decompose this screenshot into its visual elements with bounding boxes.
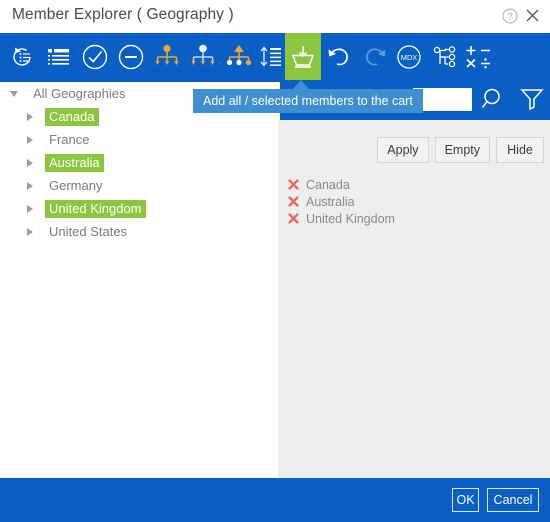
ok-button[interactable]: OK: [452, 488, 479, 512]
tree-node-label: Australia: [45, 153, 104, 172]
chevron-right-icon[interactable]: [22, 132, 38, 148]
flat-list-icon[interactable]: [41, 33, 77, 80]
cart-item-list: Canada Australia United Kingdom: [284, 176, 550, 227]
list-item[interactable]: United Kingdom: [284, 210, 550, 227]
filter-funnel-icon[interactable]: [518, 84, 546, 114]
redo-icon[interactable]: [357, 33, 393, 80]
tree-node-germany[interactable]: Germany: [0, 174, 278, 197]
tooltip-arrow: [293, 80, 309, 89]
cart-item-label: United Kingdom: [306, 211, 395, 226]
refresh-members-icon[interactable]: [5, 33, 41, 80]
chevron-right-icon[interactable]: [22, 178, 38, 194]
page-title: Member Explorer ( Geography ): [12, 6, 234, 23]
tree-node-united-states[interactable]: United States: [0, 220, 278, 243]
chevron-right-icon[interactable]: [22, 224, 38, 240]
dialog-footer: OK Cancel: [0, 478, 550, 522]
hierarchy-parent-icon[interactable]: [221, 33, 257, 80]
help-circle-icon[interactable]: ?: [502, 8, 518, 24]
tree-node-united-kingdom[interactable]: United Kingdom: [0, 197, 278, 220]
list-item[interactable]: Australia: [284, 193, 550, 210]
toolbar-tooltip: Add all / selected members to the cart: [193, 89, 423, 113]
cart-action-buttons: Apply Empty Hide: [377, 137, 544, 163]
remove-icon[interactable]: [284, 213, 302, 224]
cancel-button[interactable]: Cancel: [487, 488, 539, 512]
check-circle-icon[interactable]: [77, 33, 113, 80]
tree-node-label: United States: [49, 223, 128, 239]
title-bar: Member Explorer ( Geography ) ?: [0, 0, 550, 33]
tree-node-label: France: [49, 131, 90, 147]
chevron-right-icon[interactable]: [22, 155, 38, 171]
named-set-icon[interactable]: [427, 33, 463, 80]
cart-item-label: Canada: [306, 177, 350, 192]
tree-node-france[interactable]: France: [0, 128, 278, 151]
chevron-down-icon[interactable]: [6, 86, 22, 102]
apply-button[interactable]: Apply: [377, 137, 429, 163]
tree-node-label: All Geographies: [33, 85, 126, 101]
hide-button[interactable]: Hide: [496, 137, 544, 163]
empty-button[interactable]: Empty: [434, 137, 490, 163]
cart-panel: Apply Empty Hide Canada Australia United…: [278, 120, 550, 478]
hierarchy-children-icon[interactable]: [149, 33, 185, 80]
expand-collapse-levels-icon[interactable]: [253, 33, 289, 80]
undo-icon[interactable]: [321, 33, 357, 80]
cart-item-label: Australia: [306, 194, 355, 209]
tree-node-label: Germany: [49, 177, 103, 193]
remove-icon[interactable]: [284, 196, 302, 207]
tree-node-australia[interactable]: Australia: [0, 151, 278, 174]
hierarchy-siblings-icon[interactable]: [185, 33, 221, 80]
tree-node-label: Canada: [45, 107, 99, 126]
member-tree-panel: All Geographies Canada France Australia …: [0, 82, 278, 478]
chevron-right-icon[interactable]: [22, 109, 38, 125]
member-explorer-dialog: Member Explorer ( Geography ) ? MDX Add …: [0, 0, 550, 522]
svg-text:?: ?: [507, 12, 512, 22]
list-item[interactable]: Canada: [284, 176, 550, 193]
add-to-cart-icon[interactable]: [285, 33, 321, 80]
tree-node-label: United Kingdom: [45, 199, 146, 218]
svg-text:MDX: MDX: [401, 53, 417, 62]
search-icon[interactable]: [478, 84, 508, 114]
chevron-right-icon[interactable]: [22, 201, 38, 217]
minus-circle-icon[interactable]: [113, 33, 149, 80]
calculated-member-icon[interactable]: [461, 33, 497, 80]
remove-icon[interactable]: [284, 179, 302, 190]
mdx-icon[interactable]: MDX: [391, 33, 427, 80]
close-icon[interactable]: [524, 7, 541, 24]
